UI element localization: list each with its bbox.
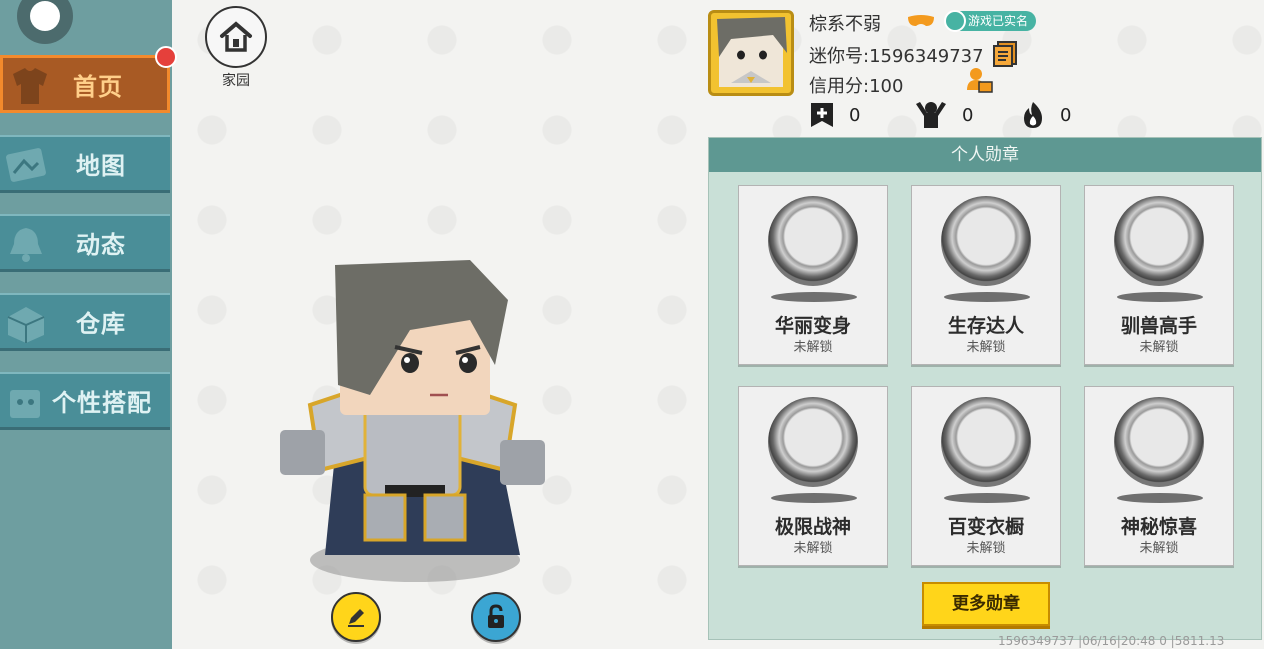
badges-title: 个人勋章: [709, 138, 1261, 172]
outfit-icon: [10, 390, 40, 418]
notification-dot: [155, 46, 177, 68]
boss-medal-icon: [768, 397, 858, 487]
debug-footer: 1596349737 |06/16|20:48 0 |5811.13: [998, 634, 1225, 648]
badge-name: 驯兽高手: [1120, 315, 1197, 337]
sidebar-item-label: 动态: [76, 231, 126, 259]
badge-state: 未解锁: [1139, 340, 1179, 355]
sidebar-item-label: 地图: [76, 152, 126, 180]
copy-icon[interactable]: [992, 40, 1018, 68]
medal-shadow: [944, 493, 1030, 503]
campfire-medal-icon: [941, 196, 1031, 286]
medal-shadow: [944, 292, 1030, 302]
sidebar-item-activity[interactable]: 动态: [0, 214, 170, 272]
personal-badges-panel: 个人勋章 华丽变身 未解锁 生存达人 未解锁 驯兽高手 未解锁 极限战神 未解锁…: [708, 137, 1262, 640]
verified-user-icon: [944, 10, 966, 32]
medal-shadow: [771, 292, 857, 302]
player-name: 棕系不弱: [809, 14, 881, 35]
home-button[interactable]: 家园: [205, 6, 267, 89]
bookmark-plus-icon: [811, 103, 833, 127]
badge-card[interactable]: 生存达人 未解锁: [911, 185, 1061, 365]
sidebar-item-home[interactable]: 首页: [0, 55, 170, 113]
pencil-icon: [348, 609, 364, 627]
medal-shadow: [1117, 292, 1203, 302]
stat-value: 0: [1060, 104, 1072, 126]
badge-name: 极限战神: [774, 516, 851, 538]
avatar[interactable]: [708, 10, 794, 96]
player-character-figure[interactable]: [270, 255, 555, 585]
gift-medal-icon: [1114, 397, 1204, 487]
badge-state: 未解锁: [1139, 541, 1179, 556]
badge-name: 生存达人: [947, 315, 1024, 337]
verify-label: 游戏已实名: [968, 14, 1029, 28]
stat-badges: 0: [809, 100, 860, 130]
map-icon: [6, 148, 46, 182]
stat-value: 0: [962, 104, 974, 126]
badge-card[interactable]: 极限战神 未解锁: [738, 386, 888, 566]
fire-icon: [1024, 102, 1042, 128]
credit-score: 信用分:100: [809, 76, 904, 97]
lock-button[interactable]: [471, 592, 521, 642]
stat-fans: 0: [914, 100, 973, 130]
real-name-verified-badge: 游戏已实名: [944, 10, 1037, 32]
medal-shadow: [771, 493, 857, 503]
settings-toggle-button[interactable]: [17, 0, 73, 44]
house-icon: [205, 6, 267, 68]
sidebar-item-label: 个性搭配: [52, 389, 152, 417]
rider-medal-icon: [1114, 196, 1204, 286]
sidebar: 首页 地图 动态 仓库 个性搭配: [0, 0, 177, 649]
badge-state: 未解锁: [966, 541, 1006, 556]
unlock-icon: [488, 604, 504, 628]
toggle-dot-icon: [30, 1, 60, 31]
mini-id: 迷你号:1596349737: [809, 46, 984, 67]
sidebar-item-outfit[interactable]: 个性搭配: [0, 372, 170, 430]
badge-card[interactable]: 百变衣橱 未解锁: [911, 386, 1061, 566]
shirt-icon: [13, 68, 47, 104]
wardrobe-medal-icon: [941, 397, 1031, 487]
badge-name: 华丽变身: [774, 315, 851, 337]
badge-name: 神秘惊喜: [1120, 516, 1197, 538]
badge-name: 百变衣橱: [947, 516, 1024, 538]
edit-button[interactable]: [331, 592, 381, 642]
stat-value: 0: [849, 104, 861, 126]
badge-card[interactable]: 神秘惊喜 未解锁: [1084, 386, 1234, 566]
badge-state: 未解锁: [793, 340, 833, 355]
sidebar-item-warehouse[interactable]: 仓库: [0, 293, 170, 351]
sidebar-item-label: 仓库: [76, 310, 126, 338]
avatar-portrait: [717, 17, 787, 87]
medal-shadow: [1117, 493, 1203, 503]
badge-card[interactable]: 华丽变身 未解锁: [738, 185, 888, 365]
badge-card[interactable]: 驯兽高手 未解锁: [1084, 185, 1234, 365]
more-badges-button[interactable]: 更多勋章: [922, 582, 1050, 626]
bell-icon: [10, 228, 42, 262]
badge-state: 未解锁: [793, 541, 833, 556]
badge-state: 未解锁: [966, 340, 1006, 355]
box-icon: [7, 307, 45, 343]
sidebar-item-map[interactable]: 地图: [0, 135, 170, 193]
transform-medal-icon: [768, 196, 858, 286]
sidebar-item-label: 首页: [73, 72, 123, 101]
fans-icon: [916, 102, 946, 128]
stat-popularity: 0: [1020, 100, 1071, 130]
mask-icon: [908, 15, 934, 26]
user-card-icon[interactable]: [965, 66, 993, 94]
home-label: 家园: [222, 73, 250, 89]
